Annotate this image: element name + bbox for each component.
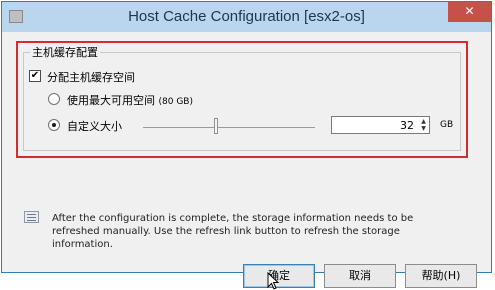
max-space-detail: (80 GB) bbox=[158, 97, 193, 107]
max-space-label[interactable]: 使用最大可用空间 (80 GB) bbox=[67, 92, 193, 108]
size-value-input[interactable]: 32 bbox=[332, 119, 414, 132]
close-button[interactable]: ✕ bbox=[448, 2, 491, 22]
group-legend: 主机缓存配置 bbox=[30, 44, 100, 60]
info-message: After the configuration is complete, the… bbox=[52, 213, 414, 250]
allocate-cache-checkbox[interactable]: ✔ bbox=[29, 70, 41, 82]
spin-up-icon[interactable]: ▲ bbox=[419, 118, 428, 125]
size-spinner[interactable]: 32 ▲ ▼ bbox=[331, 116, 430, 134]
custom-size-radio[interactable] bbox=[48, 119, 60, 131]
size-slider-track[interactable] bbox=[143, 127, 315, 128]
allocate-cache-label[interactable]: 分配主机缓存空间 bbox=[47, 69, 135, 85]
window-title: Host Cache Configuration [esx2-os] bbox=[128, 8, 365, 25]
spin-down-icon[interactable]: ▼ bbox=[419, 125, 428, 132]
dialog-body: 主机缓存配置 ✔ 分配主机缓存空间 使用最大可用空间 (80 GB) 自定义大小… bbox=[2, 32, 491, 290]
mouse-cursor-icon bbox=[267, 272, 280, 290]
size-slider-thumb[interactable] bbox=[214, 118, 218, 134]
info-icon bbox=[24, 211, 39, 223]
dialog-window: Host Cache Configuration [esx2-os] ✕ 主机缓… bbox=[1, 1, 492, 290]
size-unit-label: GB bbox=[440, 120, 454, 130]
title-bar[interactable]: Host Cache Configuration [esx2-os] ✕ bbox=[2, 2, 491, 32]
help-button[interactable]: 帮助(H) bbox=[405, 264, 477, 288]
max-space-radio[interactable] bbox=[48, 93, 60, 105]
cancel-button[interactable]: 取消 bbox=[324, 264, 396, 288]
custom-size-label[interactable]: 自定义大小 bbox=[67, 118, 122, 134]
